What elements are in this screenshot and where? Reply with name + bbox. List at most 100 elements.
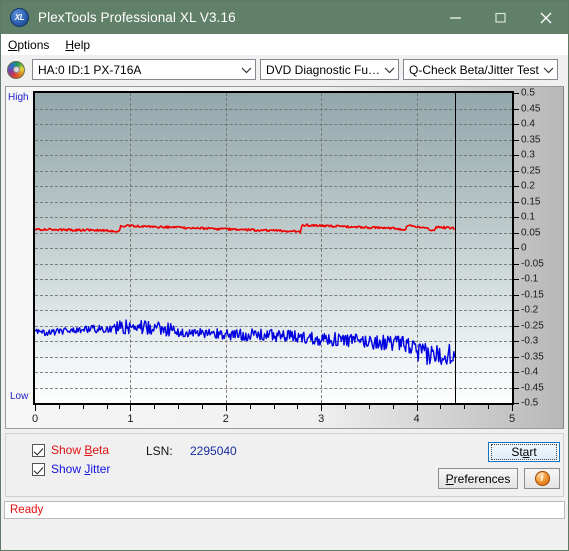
start-button-inner: St a rt [491,444,557,460]
show-beta-checkbox[interactable] [32,443,45,457]
x-tick [512,405,513,411]
x-tick-minor [368,405,370,409]
info-button[interactable]: i [524,468,560,489]
x-tick-minor [178,405,180,409]
controls-panel: Show Beta Show Jitter LSN: 2295040 St a rt… [5,433,564,497]
show-beta-row[interactable]: Show Beta [32,443,109,457]
x-tick-minor [106,405,108,409]
y-tick-label: -0.1 [521,273,539,285]
x-tick [416,405,418,411]
x-tick-minor [297,405,299,409]
y-tick-label: 0.05 [521,227,541,238]
y-tick-label: 0.4 [521,118,535,130]
x-tick-minor [440,405,442,409]
title-bar: XL PlexTools Professional XL V3.16 [1,1,568,34]
show-jitter-row[interactable]: Show Jitter [32,462,110,476]
y-tick-label: -0.45 [521,382,544,393]
status-text: Ready [10,504,44,516]
plextools-window: XL PlexTools Professional XL V3.16 Optio… [0,0,569,551]
preferences-button-accel: P [445,471,454,486]
window-title: PlexTools Professional XL V3.16 [38,10,236,25]
chart-panel: High Low 0.5 0.45 0.4 0.35 0.3 0.25 0.2 0.15 0.1… [5,86,564,429]
y-tick-label: -0.4 [521,366,539,378]
selector-toolbar: HA:0 ID:1 PX-716A DVD Diagnostic Functio… [1,55,568,84]
y-tick-label: 0 [521,242,527,254]
preferences-button[interactable]: Preferences [438,468,518,489]
show-beta-label: Show Beta [51,443,109,457]
info-icon: i [534,471,550,486]
xl-logo-icon: XL [10,8,29,27]
y-tick-label: 0.45 [521,103,541,114]
y-tick-label: 0.15 [521,196,541,207]
y-tick-label: 0.1 [521,211,535,223]
start-button[interactable]: St a rt [488,442,560,462]
x-tick-minor [249,405,251,409]
menu-item-options[interactable]: Options [8,38,49,52]
series-show-jitter [35,319,456,366]
x-tick-minor [154,405,156,409]
y-axis-labels: 0.5 0.45 0.4 0.35 0.3 0.25 0.2 0.15 0.1 0.05 0 -0.0… [519,87,559,409]
plot-area [33,91,514,405]
y-tick-label: 0.3 [521,149,535,161]
menu-options-accel: O [8,37,18,52]
data-traces [35,223,456,366]
show-jitter-label-post: itter [90,462,111,476]
status-bar: Ready [4,501,565,519]
start-button-pre: St [511,445,523,459]
x-tick-label: 1 [127,413,134,425]
show-jitter-checkbox[interactable] [32,462,45,476]
chevron-down-icon [540,66,557,74]
y-tick-label: 0.5 [521,87,535,99]
axis-annotation-high: High [8,92,29,103]
x-tick-minor [201,405,203,409]
show-jitter-label: Show Jitter [51,462,110,476]
y-tick-label: -0.15 [521,289,544,300]
y-tick-label: -0.25 [521,320,544,331]
y-tick-label: -0.35 [521,351,544,362]
function-select-value: DVD Diagnostic Functions [266,62,381,77]
start-button-post: rt [529,445,537,459]
x-tick-label: 0 [31,413,39,425]
menu-item-help[interactable]: Help [65,38,90,52]
x-tick-label: 2 [222,413,229,425]
x-tick-minor [82,405,84,409]
y-tick-label: 0.2 [521,180,535,192]
close-button[interactable] [523,1,568,34]
x-tick-minor [464,405,466,409]
drive-select-value: HA:0 ID:1 PX-716A [38,62,142,77]
x-tick [321,405,323,411]
menu-bar: Options Help [1,34,568,55]
axis-annotation-low: Low [10,391,29,402]
lsn-label: LSN: [146,444,173,458]
x-tick [225,405,227,411]
y-tick-label: 0.35 [521,134,541,145]
minimize-button[interactable] [433,1,478,34]
x-tick-minor [488,405,490,409]
x-tick-label: 3 [318,413,325,425]
series-show-beta [35,223,456,234]
x-tick-minor [58,405,60,409]
lsn-value: 2295040 [190,444,237,458]
maximize-button[interactable] [478,1,523,34]
disc-icon [7,60,25,79]
show-beta-label-pre: Show [51,443,85,457]
chevron-down-icon [238,66,255,74]
chevron-down-icon [381,66,398,74]
x-tick-minor [392,405,394,409]
show-beta-label-post: eta [92,443,110,457]
x-axis-labels: 0 1 2 3 4 5 [6,413,563,431]
test-select[interactable]: Q-Check Beta/Jitter Test [403,59,558,80]
x-tick [130,405,132,411]
x-tick-label: 5 [508,413,516,425]
drive-select[interactable]: HA:0 ID:1 PX-716A [32,59,256,80]
y-tick-label: -0.3 [521,335,539,347]
y-tick-label: -0.2 [521,304,539,316]
y-tick-label: -0.5 [521,397,539,409]
menu-help-accel: H [65,37,75,52]
y-tick-label: 0.25 [521,165,541,176]
menu-help-rest: elp [74,37,91,52]
function-select[interactable]: DVD Diagnostic Functions [260,59,399,80]
x-tick-minor [345,405,347,409]
cursor-marker-line [454,93,456,403]
x-tick [35,405,36,411]
